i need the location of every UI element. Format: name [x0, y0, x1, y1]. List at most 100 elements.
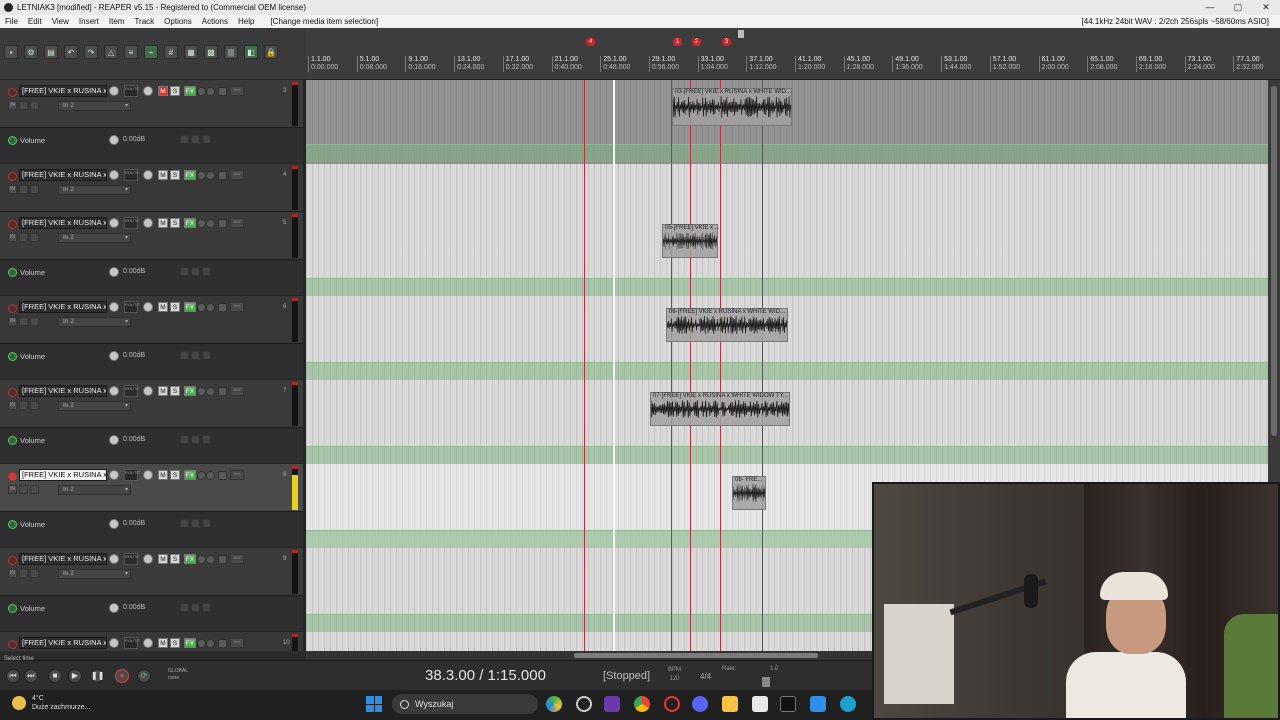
fx-button[interactable]: FX [184, 170, 196, 180]
track-name[interactable]: [FREE] VKIE x RUSINA x W [19, 85, 107, 97]
track-row[interactable]: [FREE] VKIE x RUSINA x WROUTEMSFXtrimINI… [0, 632, 303, 651]
trim-button[interactable]: trim [230, 470, 244, 480]
fx-bypass-icon[interactable] [197, 87, 206, 96]
volume-envelope-strip[interactable] [306, 446, 1268, 464]
record-mode-icon[interactable] [19, 185, 28, 194]
lock-icon[interactable]: 🔒 [264, 45, 278, 59]
volume-envelope-strip[interactable] [306, 278, 1268, 296]
envelope-power-icon[interactable] [8, 520, 17, 529]
envelope-hide-icon[interactable] [202, 351, 211, 360]
terminal-icon[interactable] [780, 696, 796, 712]
solo-button[interactable]: S [170, 638, 180, 648]
mute-button[interactable]: M [158, 170, 168, 180]
envelope-icon[interactable] [218, 171, 227, 180]
track-row[interactable]: [FREE] VKIE x RUSINA x WROUTEMSFXtrimINI… [0, 464, 303, 512]
envelope-icon[interactable] [218, 471, 227, 480]
media-item[interactable]: 06-[FREE] VKIE x RUSINA x WHITE WID... [666, 308, 788, 342]
trim-button[interactable]: trim [230, 638, 244, 648]
menu-edit[interactable]: Edit [23, 17, 47, 26]
phase-icon[interactable] [206, 387, 215, 396]
time-signature[interactable]: 4/4 [700, 672, 711, 681]
envelope-arm-icon[interactable] [180, 435, 189, 444]
volume-knob[interactable] [109, 638, 119, 648]
fx-button[interactable]: FX [184, 470, 196, 480]
volume-envelope-strip[interactable] [306, 362, 1268, 380]
record-mode-icon[interactable] [19, 569, 28, 578]
envelope-arm-icon[interactable] [180, 603, 189, 612]
pan-knob[interactable] [143, 218, 153, 228]
mute-button[interactable]: M [158, 638, 168, 648]
auto-crossfade-icon[interactable]: ◧ [244, 45, 258, 59]
envelope-icon[interactable] [218, 387, 227, 396]
global-automation[interactable]: GLOBAL none [168, 668, 188, 682]
input-monitor-icon[interactable]: IN [8, 101, 17, 110]
fx-bypass-icon[interactable] [197, 471, 206, 480]
input-fx-icon[interactable] [30, 101, 39, 110]
rate-value[interactable]: 1.0 [770, 666, 778, 672]
envelope-arm-icon[interactable] [180, 519, 189, 528]
phase-icon[interactable] [206, 87, 215, 96]
go-to-start-icon[interactable]: ⏮ [6, 669, 20, 683]
repeat-icon[interactable]: ⟳ [137, 669, 151, 683]
route-button[interactable]: ROUTE [124, 469, 139, 481]
discord-icon[interactable] [692, 696, 708, 712]
fx-button[interactable]: FX [184, 86, 196, 96]
pan-knob[interactable] [143, 302, 153, 312]
envelope-power-icon[interactable] [8, 352, 17, 361]
envelope-knob[interactable] [109, 267, 119, 277]
record-mode-icon[interactable] [19, 101, 28, 110]
pan-knob[interactable] [143, 86, 153, 96]
route-button[interactable]: ROUTE [124, 169, 139, 181]
input-fx-icon[interactable] [30, 401, 39, 410]
track-row[interactable]: [FREE] VKIE x RUSINA x WROUTEMSFXtrimINI… [0, 548, 303, 596]
playhead-handle[interactable] [738, 30, 744, 38]
route-button[interactable]: ROUTE [124, 217, 139, 229]
edge-icon[interactable] [840, 696, 856, 712]
crossfade-icon[interactable]: ||| [224, 45, 238, 59]
grid-icon[interactable]: # [164, 45, 178, 59]
media-item[interactable]: 08- FRE... [732, 476, 766, 510]
menu-file[interactable]: File [0, 17, 23, 26]
volume-knob[interactable] [109, 470, 119, 480]
menu-help[interactable]: Help [233, 17, 259, 26]
volume-envelope-lane[interactable]: Volume 0.00dB [0, 596, 303, 631]
envelope-power-icon[interactable] [8, 136, 17, 145]
envelope-mode-icon[interactable] [191, 351, 200, 360]
fx-bypass-icon[interactable] [197, 171, 206, 180]
record-arm-button[interactable] [8, 472, 17, 481]
trim-button[interactable]: trim [230, 218, 244, 228]
envelope-arm-icon[interactable] [180, 351, 189, 360]
menu-insert[interactable]: Insert [74, 17, 104, 26]
trim-button[interactable]: trim [230, 302, 244, 312]
fx-button[interactable]: FX [184, 554, 196, 564]
envelope-knob[interactable] [109, 435, 119, 445]
fx-button[interactable]: FX [184, 638, 196, 648]
chrome-icon[interactable] [634, 696, 650, 712]
fx-button[interactable]: FX [184, 302, 196, 312]
envelope-hide-icon[interactable] [202, 519, 211, 528]
fx-bypass-icon[interactable] [197, 303, 206, 312]
volume-knob[interactable] [109, 302, 119, 312]
record-mode-icon[interactable] [19, 485, 28, 494]
input-select[interactable]: In 2 ▾ [58, 569, 131, 579]
volume-knob[interactable] [109, 86, 119, 96]
route-button[interactable]: ROUTE [124, 637, 139, 649]
input-monitor-icon[interactable]: IN [8, 317, 17, 326]
envelope-power-icon[interactable] [8, 268, 17, 277]
timeline-ruler[interactable]: 1.1.00 0:00.000 5.1.00 0:08.000 9.1.00 0:16.0… [306, 28, 1280, 80]
phase-icon[interactable] [206, 171, 215, 180]
pan-knob[interactable] [143, 386, 153, 396]
solo-button[interactable]: S [170, 218, 180, 228]
windows-start-icon[interactable] [366, 696, 382, 712]
mute-button[interactable]: M [158, 86, 168, 96]
menu-actions[interactable]: Actions [197, 17, 233, 26]
track-name[interactable]: [FREE] VKIE x RUSINA x W [19, 169, 107, 181]
fx-button[interactable]: FX [184, 386, 196, 396]
volume-knob[interactable] [109, 554, 119, 564]
stop-button[interactable]: ■ [48, 669, 62, 683]
horizontal-scroll-thumb[interactable] [574, 653, 818, 658]
reaper-taskbar-icon[interactable] [576, 696, 592, 712]
envelope-mode-icon[interactable] [191, 435, 200, 444]
envelope-hide-icon[interactable] [202, 135, 211, 144]
envelope-mode-icon[interactable] [191, 267, 200, 276]
